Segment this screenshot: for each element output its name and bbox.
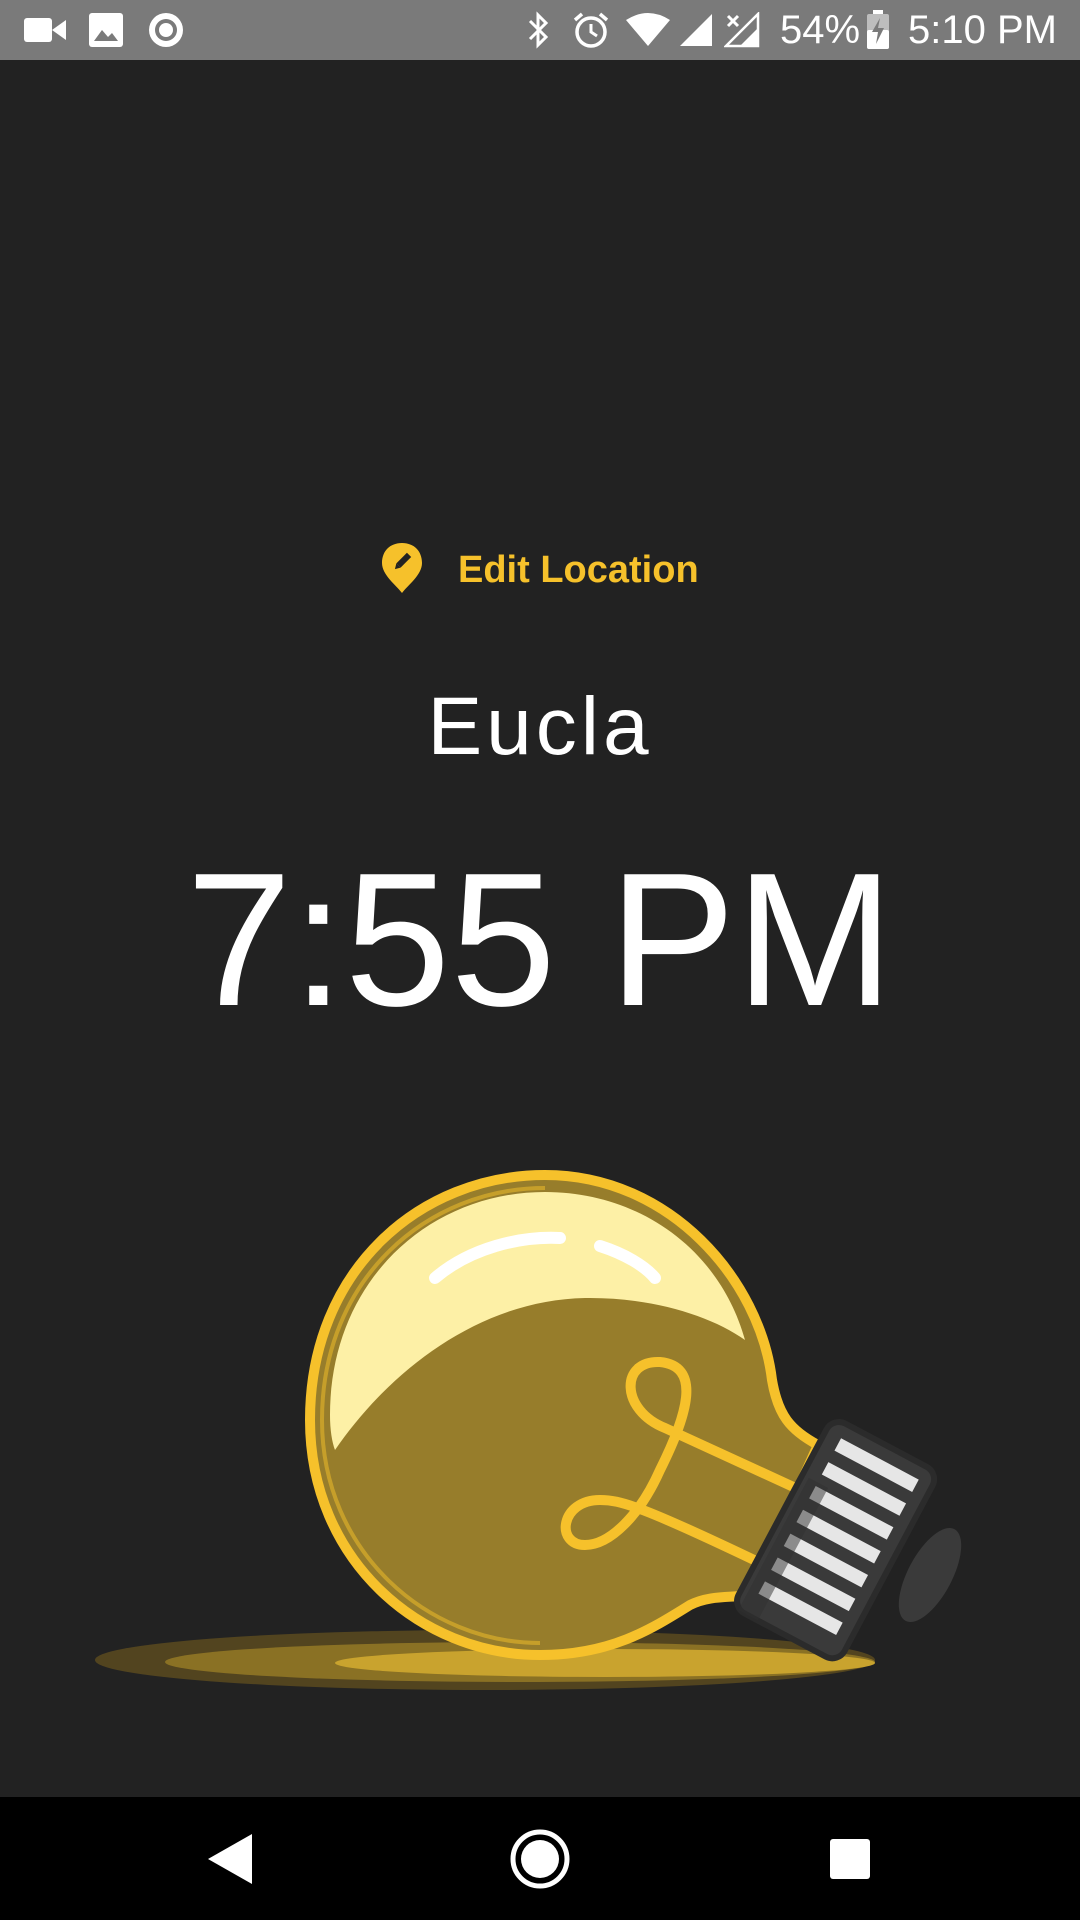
recents-button[interactable]: [780, 1797, 920, 1920]
battery-percent: 54%: [780, 8, 861, 52]
video-camera-icon: [24, 0, 66, 60]
home-circle-icon: [510, 1829, 570, 1888]
image-icon: [88, 0, 124, 60]
location-name: Eucla: [427, 681, 653, 772]
app-screen: 54% 5:10 PM Edit Location Eucla 7:55 PM: [0, 0, 1080, 1920]
edit-location-pin-icon: [380, 541, 424, 600]
lightbulb-icon: [0, 1140, 1080, 1720]
status-bar: 54% 5:10 PM: [0, 0, 1080, 60]
record-icon: [146, 0, 186, 60]
bluetooth-icon: [524, 0, 554, 60]
signal-no-data-icon: [722, 0, 762, 60]
alarm-icon: [570, 0, 612, 60]
edit-location-label: Edit Location: [458, 548, 699, 591]
status-clock: 5:10 PM: [908, 8, 1057, 52]
home-button[interactable]: [470, 1797, 610, 1920]
signal-icon: [676, 0, 716, 60]
location-time: 7:55 PM: [186, 834, 894, 1046]
recents-square-icon: [830, 1838, 870, 1879]
back-triangle-icon: [208, 1833, 252, 1884]
navigation-bar: [0, 1797, 1080, 1920]
back-button[interactable]: [160, 1797, 300, 1920]
battery-charging-icon: [864, 0, 892, 60]
wifi-icon: [624, 0, 672, 60]
edit-location-button[interactable]: Edit Location: [380, 540, 699, 600]
